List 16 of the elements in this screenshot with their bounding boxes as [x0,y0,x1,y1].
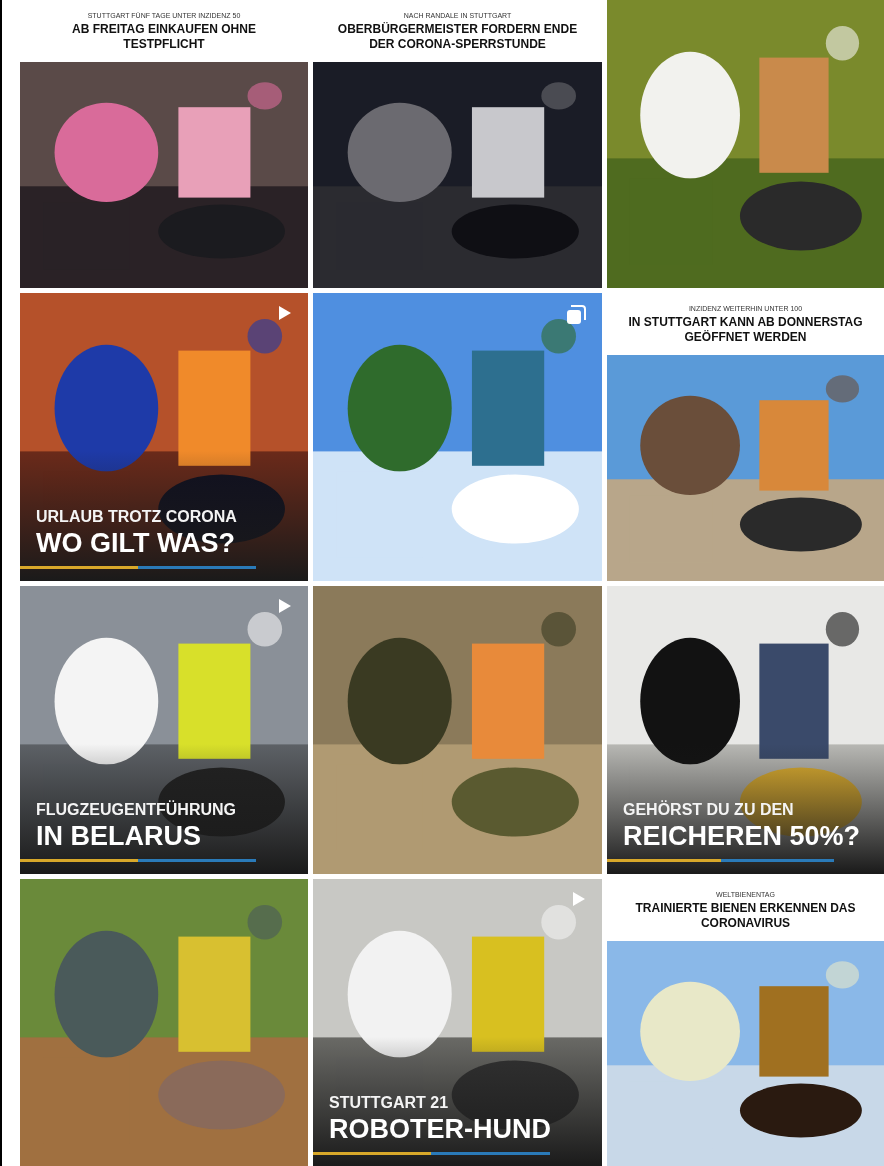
overlay-title: ROBOTER-HUND [329,1113,551,1145]
stacked-squares-icon [566,305,586,325]
headline-text: IN STUTTGART KANN AB DONNERSTAG GEÖFFNET WERDEN [627,314,864,345]
overlay-kicker: GEHÖRST DU ZU DEN [623,800,795,820]
overlay-kicker: FLUGZEUGENTFÜHRUNG [36,800,236,820]
play-icon [276,598,292,614]
overlay-title: WO GILT WAS? [36,527,236,559]
overlay-kicker: URLAUB TROTZ CORONA [36,507,237,527]
overlay-kicker: STUTTGART 21 [329,1093,450,1113]
headline-text: AB FREITAG EINKAUFEN OHNE TESTPFLICHT [71,21,257,52]
headline-text: TRAINIERTE BIENEN ERKENNEN DAS CORONAVIRUS [634,900,857,931]
play-icon [276,305,292,321]
play-icon [570,891,586,907]
overlay-title: REICHEREN 50%? [623,820,861,852]
headline-text: OBERBÜRGERMEISTER FORDERN ENDE DER CORONA-SPERRSTUNDE [336,21,579,52]
overlay-title: IN BELARUS [36,820,202,852]
